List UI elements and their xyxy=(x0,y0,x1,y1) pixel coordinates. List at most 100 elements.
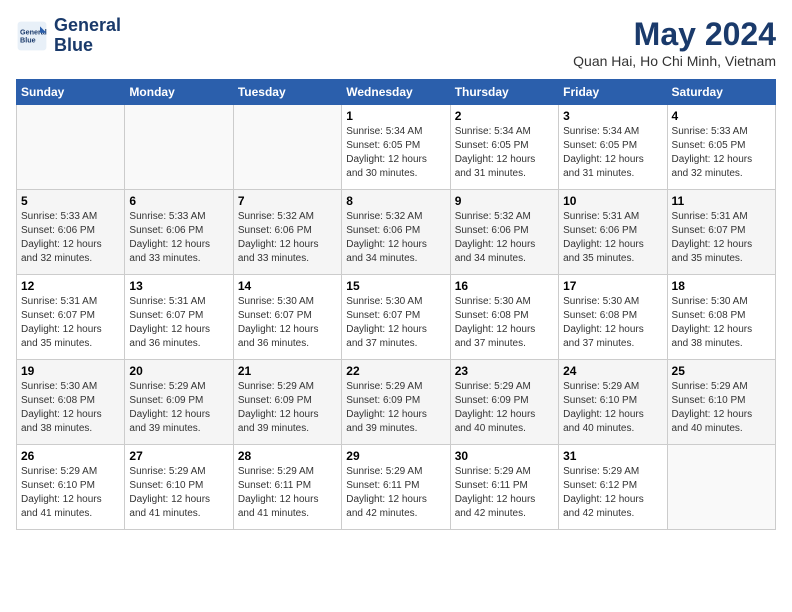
calendar-week-row: 26Sunrise: 5:29 AM Sunset: 6:10 PM Dayli… xyxy=(17,445,776,530)
calendar-cell: 6 Sunrise: 5:33 AM Sunset: 6:06 PM Daylig… xyxy=(125,190,233,275)
day-number: 18 xyxy=(672,279,771,293)
weekday-header-monday: Monday xyxy=(125,80,233,105)
calendar-week-row: 19Sunrise: 5:30 AM Sunset: 6:08 PM Dayli… xyxy=(17,360,776,445)
day-number: 2 xyxy=(455,109,554,123)
day-info: Sunrise: 5:31 AM Sunset: 6:07 PM Dayligh… xyxy=(21,295,120,351)
calendar-cell: 15 Sunrise: 5:30 AM Sunset: 6:07 PM Dayli… xyxy=(342,275,450,360)
calendar-cell: 28 Sunrise: 5:29 AM Sunset: 6:11 PM Dayli… xyxy=(233,445,341,530)
day-number: 7 xyxy=(238,194,337,208)
calendar-cell xyxy=(233,105,341,190)
day-info: Sunrise: 5:29 AM Sunset: 6:09 PM Dayligh… xyxy=(455,380,554,436)
day-info: Sunrise: 5:30 AM Sunset: 6:07 PM Dayligh… xyxy=(238,295,337,351)
day-number: 13 xyxy=(129,279,228,293)
logo: General Blue General Blue xyxy=(16,16,121,56)
day-number: 9 xyxy=(455,194,554,208)
weekday-header-thursday: Thursday xyxy=(450,80,558,105)
calendar-cell xyxy=(17,105,125,190)
calendar-cell xyxy=(667,445,775,530)
day-info: Sunrise: 5:29 AM Sunset: 6:11 PM Dayligh… xyxy=(346,465,445,521)
weekday-header-wednesday: Wednesday xyxy=(342,80,450,105)
calendar-cell: 1 Sunrise: 5:34 AM Sunset: 6:05 PM Daylig… xyxy=(342,105,450,190)
calendar-cell xyxy=(125,105,233,190)
month-title: May 2024 xyxy=(573,16,776,53)
calendar-cell: 31Sunrise: 5:29 AM Sunset: 6:12 PM Dayli… xyxy=(559,445,667,530)
day-info: Sunrise: 5:29 AM Sunset: 6:10 PM Dayligh… xyxy=(563,380,662,436)
calendar-cell: 29 Sunrise: 5:29 AM Sunset: 6:11 PM Dayli… xyxy=(342,445,450,530)
day-info: Sunrise: 5:32 AM Sunset: 6:06 PM Dayligh… xyxy=(455,210,554,266)
svg-text:Blue: Blue xyxy=(20,35,36,44)
calendar-week-row: 5 Sunrise: 5:33 AM Sunset: 6:06 PM Daylig… xyxy=(17,190,776,275)
day-number: 14 xyxy=(238,279,337,293)
calendar-cell: 22 Sunrise: 5:29 AM Sunset: 6:09 PM Dayli… xyxy=(342,360,450,445)
day-info: Sunrise: 5:30 AM Sunset: 6:07 PM Dayligh… xyxy=(346,295,445,351)
weekday-header-tuesday: Tuesday xyxy=(233,80,341,105)
day-info: Sunrise: 5:31 AM Sunset: 6:06 PM Dayligh… xyxy=(563,210,662,266)
day-info: Sunrise: 5:29 AM Sunset: 6:12 PM Dayligh… xyxy=(563,465,662,521)
day-number: 27 xyxy=(129,449,228,463)
day-number: 19 xyxy=(21,364,120,378)
day-number: 22 xyxy=(346,364,445,378)
calendar-cell: 17 Sunrise: 5:30 AM Sunset: 6:08 PM Dayli… xyxy=(559,275,667,360)
day-info: Sunrise: 5:29 AM Sunset: 6:09 PM Dayligh… xyxy=(129,380,228,436)
calendar-cell: 16 Sunrise: 5:30 AM Sunset: 6:08 PM Dayli… xyxy=(450,275,558,360)
day-number: 5 xyxy=(21,194,120,208)
day-number: 20 xyxy=(129,364,228,378)
calendar-cell: 3 Sunrise: 5:34 AM Sunset: 6:05 PM Daylig… xyxy=(559,105,667,190)
calendar-cell: 5 Sunrise: 5:33 AM Sunset: 6:06 PM Daylig… xyxy=(17,190,125,275)
day-info: Sunrise: 5:29 AM Sunset: 6:10 PM Dayligh… xyxy=(21,465,120,521)
day-info: Sunrise: 5:33 AM Sunset: 6:06 PM Dayligh… xyxy=(21,210,120,266)
day-info: Sunrise: 5:30 AM Sunset: 6:08 PM Dayligh… xyxy=(563,295,662,351)
day-info: Sunrise: 5:30 AM Sunset: 6:08 PM Dayligh… xyxy=(672,295,771,351)
calendar-cell: 13 Sunrise: 5:31 AM Sunset: 6:07 PM Dayli… xyxy=(125,275,233,360)
day-info: Sunrise: 5:34 AM Sunset: 6:05 PM Dayligh… xyxy=(346,125,445,181)
day-number: 17 xyxy=(563,279,662,293)
logo-icon: General Blue xyxy=(16,20,48,52)
day-info: Sunrise: 5:29 AM Sunset: 6:10 PM Dayligh… xyxy=(672,380,771,436)
calendar-cell: 27Sunrise: 5:29 AM Sunset: 6:10 PM Dayli… xyxy=(125,445,233,530)
calendar-cell: 24 Sunrise: 5:29 AM Sunset: 6:10 PM Dayli… xyxy=(559,360,667,445)
day-info: Sunrise: 5:29 AM Sunset: 6:09 PM Dayligh… xyxy=(238,380,337,436)
day-number: 23 xyxy=(455,364,554,378)
location: Quan Hai, Ho Chi Minh, Vietnam xyxy=(573,53,776,69)
day-number: 16 xyxy=(455,279,554,293)
calendar-cell: 8Sunrise: 5:32 AM Sunset: 6:06 PM Daylig… xyxy=(342,190,450,275)
day-number: 11 xyxy=(672,194,771,208)
day-number: 12 xyxy=(21,279,120,293)
calendar-cell: 9 Sunrise: 5:32 AM Sunset: 6:06 PM Daylig… xyxy=(450,190,558,275)
calendar-cell: 14 Sunrise: 5:30 AM Sunset: 6:07 PM Dayli… xyxy=(233,275,341,360)
weekday-header-friday: Friday xyxy=(559,80,667,105)
calendar-cell: 21Sunrise: 5:29 AM Sunset: 6:09 PM Dayli… xyxy=(233,360,341,445)
day-info: Sunrise: 5:29 AM Sunset: 6:11 PM Dayligh… xyxy=(455,465,554,521)
day-info: Sunrise: 5:33 AM Sunset: 6:06 PM Dayligh… xyxy=(129,210,228,266)
day-number: 1 xyxy=(346,109,445,123)
day-number: 25 xyxy=(672,364,771,378)
weekday-header-saturday: Saturday xyxy=(667,80,775,105)
calendar-cell: 2 Sunrise: 5:34 AM Sunset: 6:05 PM Daylig… xyxy=(450,105,558,190)
calendar-week-row: 12 Sunrise: 5:31 AM Sunset: 6:07 PM Dayli… xyxy=(17,275,776,360)
day-info: Sunrise: 5:32 AM Sunset: 6:06 PM Dayligh… xyxy=(346,210,445,266)
day-number: 30 xyxy=(455,449,554,463)
day-info: Sunrise: 5:34 AM Sunset: 6:05 PM Dayligh… xyxy=(563,125,662,181)
day-info: Sunrise: 5:31 AM Sunset: 6:07 PM Dayligh… xyxy=(129,295,228,351)
calendar-cell: 11Sunrise: 5:31 AM Sunset: 6:07 PM Dayli… xyxy=(667,190,775,275)
weekday-header-row: SundayMondayTuesdayWednesdayThursdayFrid… xyxy=(17,80,776,105)
title-area: May 2024 Quan Hai, Ho Chi Minh, Vietnam xyxy=(573,16,776,69)
day-info: Sunrise: 5:34 AM Sunset: 6:05 PM Dayligh… xyxy=(455,125,554,181)
day-number: 3 xyxy=(563,109,662,123)
day-number: 6 xyxy=(129,194,228,208)
calendar-table: SundayMondayTuesdayWednesdayThursdayFrid… xyxy=(16,79,776,530)
day-number: 29 xyxy=(346,449,445,463)
calendar-cell: 25 Sunrise: 5:29 AM Sunset: 6:10 PM Dayli… xyxy=(667,360,775,445)
logo-text: General Blue xyxy=(54,16,121,56)
day-number: 24 xyxy=(563,364,662,378)
page-header: General Blue General Blue May 2024 Quan … xyxy=(16,16,776,69)
day-info: Sunrise: 5:30 AM Sunset: 6:08 PM Dayligh… xyxy=(455,295,554,351)
day-info: Sunrise: 5:29 AM Sunset: 6:09 PM Dayligh… xyxy=(346,380,445,436)
day-info: Sunrise: 5:33 AM Sunset: 6:05 PM Dayligh… xyxy=(672,125,771,181)
day-number: 15 xyxy=(346,279,445,293)
calendar-cell: 26Sunrise: 5:29 AM Sunset: 6:10 PM Dayli… xyxy=(17,445,125,530)
day-number: 28 xyxy=(238,449,337,463)
calendar-cell: 30 Sunrise: 5:29 AM Sunset: 6:11 PM Dayli… xyxy=(450,445,558,530)
day-info: Sunrise: 5:29 AM Sunset: 6:11 PM Dayligh… xyxy=(238,465,337,521)
calendar-cell: 12 Sunrise: 5:31 AM Sunset: 6:07 PM Dayli… xyxy=(17,275,125,360)
